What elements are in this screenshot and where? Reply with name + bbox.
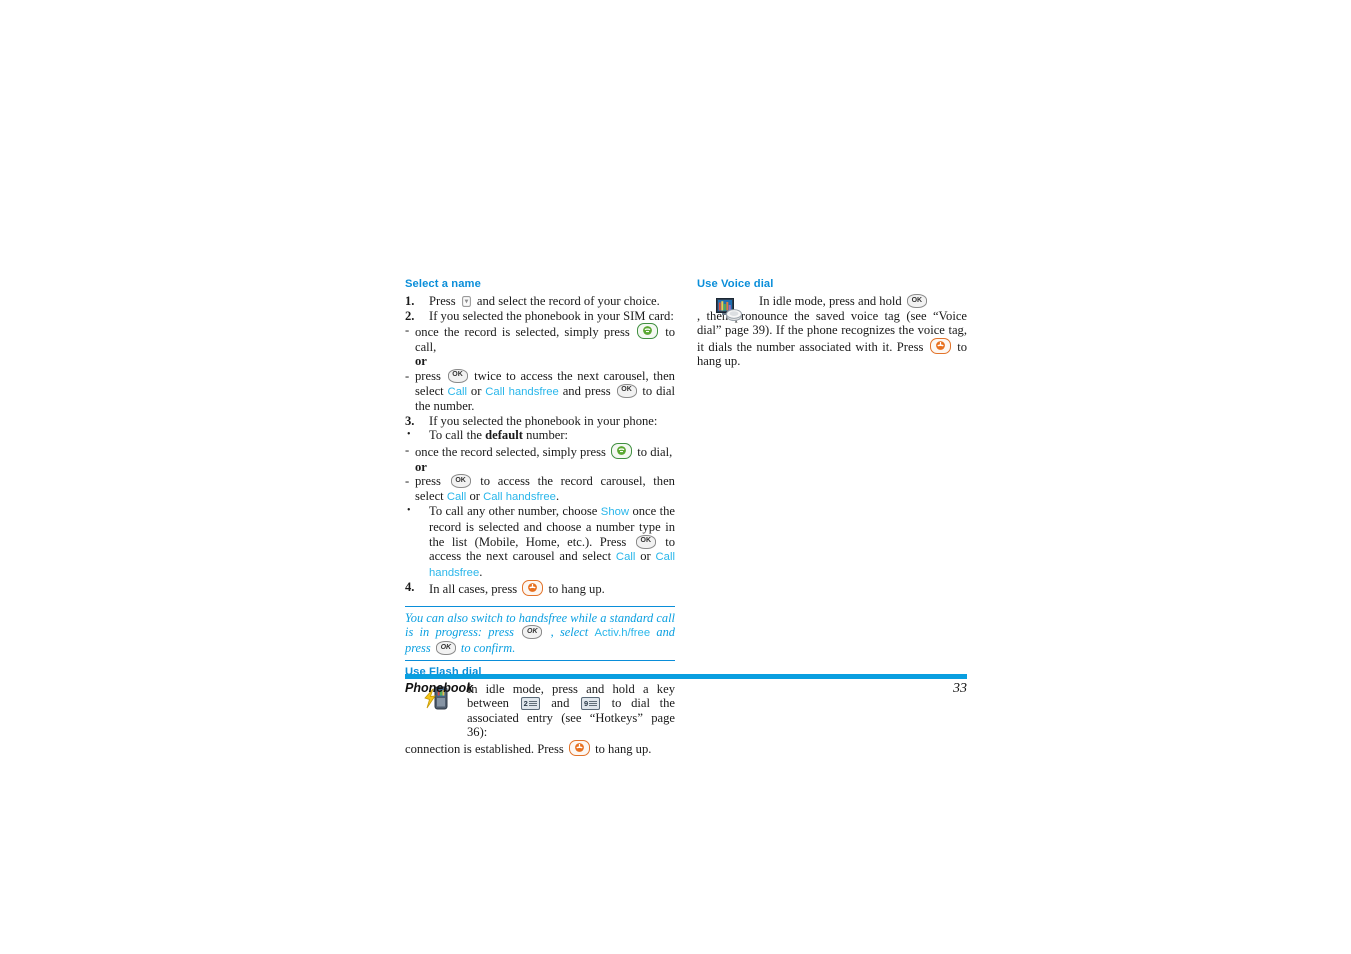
item1-text-before: Press <box>429 294 456 308</box>
bullet2-t4: or <box>640 549 651 564</box>
list-marker: 2. <box>405 308 415 323</box>
note-t2: , select <box>550 625 589 640</box>
voice-t1: In idle mode, press and hold <box>759 294 902 308</box>
keypad-key-2-digit: 2 <box>523 699 528 709</box>
footer-row: Phonebook 33 <box>405 681 967 697</box>
nav-down-key-icon <box>461 296 471 307</box>
ok-key-icon <box>906 294 927 308</box>
item2b-t4: and press <box>562 383 611 398</box>
right-column: Use Voice dial In idle mode, press and h… <box>697 278 967 369</box>
item4-text-before: In all cases, press <box>429 582 518 597</box>
keypad-key-9-icon: 9 <box>581 697 601 711</box>
green-call-key-icon <box>611 442 633 459</box>
ok-key-icon <box>635 534 656 549</box>
ok-key-icon <box>522 625 543 640</box>
list-marker: - <box>405 474 410 489</box>
bullet1-t1: To call the <box>429 428 482 443</box>
list-marker-bullet: • <box>407 505 411 517</box>
note-handsfree-switch: You can also switch to handsfree while a… <box>405 605 675 661</box>
flash-t2: and <box>551 696 570 711</box>
menu-option-call[interactable]: Call <box>616 551 635 563</box>
item4-text-after: to hang up. <box>548 582 605 597</box>
keypad-key-2-icon: 2 <box>520 697 540 711</box>
item2b-t3: or <box>470 383 482 398</box>
ok-key-icon <box>447 368 468 383</box>
red-hangup-key-icon <box>568 740 590 757</box>
list-marker-bullet: • <box>407 429 411 441</box>
note-t4: to confirm. <box>460 641 516 656</box>
list-item-3: 3. If you selected the phonebook in your… <box>405 414 675 429</box>
list-item-1: 1. Press and select the record of your c… <box>405 294 675 309</box>
list-item-2: 2. If you selected the phonebook in your… <box>405 309 675 324</box>
footer-accent-rule <box>405 674 967 679</box>
ok-key-icon <box>616 383 637 398</box>
page-footer: Phonebook 33 <box>405 674 967 697</box>
menu-option-call-handsfree[interactable]: Call handsfree <box>483 491 556 503</box>
item2b-t1: press <box>415 368 441 383</box>
item2a-text-before: once the record is selected, simply pres… <box>415 325 630 340</box>
item1-text-after: and select the record of your choice. <box>476 294 660 308</box>
bullet2-t1: To call any other number, choose <box>429 504 598 519</box>
menu-option-show[interactable]: Show <box>601 506 629 518</box>
red-hangup-key-icon <box>522 580 544 597</box>
heading-select-a-name: Select a name <box>405 278 481 290</box>
list-item-3b: - press to access the record carousel, t… <box>405 474 675 504</box>
or-separator-2: or <box>415 459 427 474</box>
list-marker: 1. <box>405 294 415 308</box>
item3a-text-before: once the record selected, simply press <box>415 444 606 459</box>
document-page: Select a name 1. Press and select the re… <box>405 278 967 757</box>
list-item-3-bullet-1: • To call the default number: <box>405 428 675 443</box>
flash-dial-full-text: connection is established. Press to hang… <box>405 740 675 757</box>
ok-key-icon <box>450 474 471 489</box>
list-marker: - <box>405 323 410 338</box>
keypad-key-lines <box>528 701 537 707</box>
keypad-key-lines <box>589 701 598 707</box>
flash-t5: to hang up. <box>595 742 652 757</box>
footer-chapter-title: Phonebook <box>405 681 474 695</box>
item3b-t3: or <box>469 488 480 503</box>
red-hangup-key-icon <box>929 337 951 354</box>
list-marker: 4. <box>405 580 415 595</box>
flash-t4: connection is established. Press <box>405 742 564 757</box>
list-item-4: 4. In all cases, press to hang up. <box>405 580 675 597</box>
or-separator-1: or <box>415 354 427 369</box>
list-item-3-bullet-2: • To call any other number, choose Show … <box>405 504 675 580</box>
list-item-2b: - press twice to access the next carouse… <box>405 368 675 414</box>
menu-option-activ-hfree[interactable]: Activ.h/free <box>594 627 650 639</box>
green-call-key-icon <box>637 323 658 340</box>
list-item-3a: - once the record selected, simply press… <box>405 442 675 460</box>
list-marker: - <box>405 442 410 457</box>
item3-text: If you selected the phonebook in your ph… <box>429 413 658 428</box>
voice-dial-icon <box>715 296 743 324</box>
list-marker: 3. <box>405 413 415 428</box>
list-marker: - <box>405 368 410 383</box>
menu-option-call-handsfree[interactable]: Call handsfree <box>485 386 559 398</box>
bullet1-bold-default: default <box>485 428 523 443</box>
bullet1-t2: number: <box>526 428 569 443</box>
keypad-key-9-digit: 9 <box>584 699 589 709</box>
ok-key-icon <box>435 641 456 656</box>
menu-option-call[interactable]: Call <box>447 491 466 503</box>
menu-option-call[interactable]: Call <box>448 386 467 398</box>
voice-dial-block: In idle mode, press and hold , then pron… <box>697 294 967 369</box>
list-item-2a: - once the record is selected, simply pr… <box>405 323 675 354</box>
item3b-t1: press <box>415 474 441 489</box>
heading-use-voice-dial: Use Voice dial <box>697 278 774 290</box>
item3b-t4: . <box>555 488 560 503</box>
item3a-text-after: to dial, <box>637 444 673 459</box>
item2-text: If you selected the phonebook in your SI… <box>429 308 674 323</box>
footer-page-number: 33 <box>953 681 967 696</box>
bullet2-t5: . <box>479 564 483 579</box>
